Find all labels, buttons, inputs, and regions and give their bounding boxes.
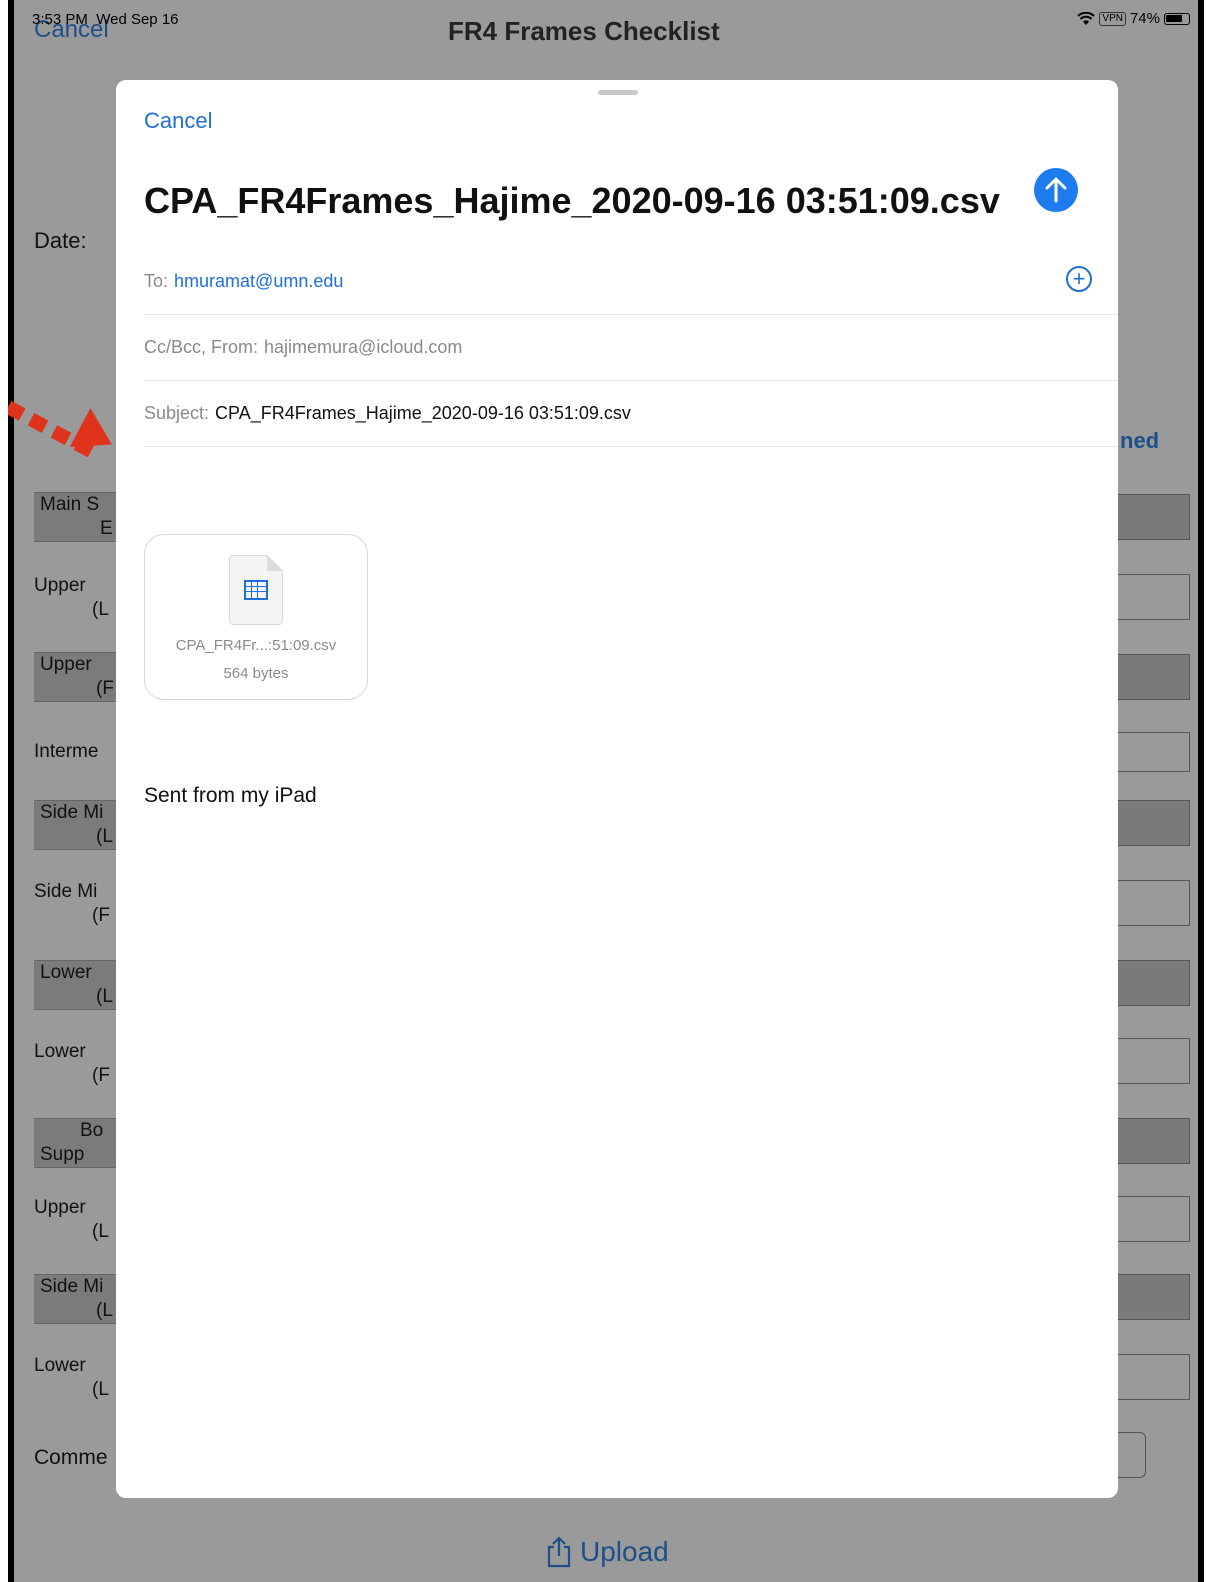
cc-bcc-from-label: Cc/Bcc, From: xyxy=(144,336,259,357)
background-row-label: Upper (L xyxy=(34,575,109,620)
status-time-date: 3:53 PM Wed Sep 16 xyxy=(32,11,179,28)
from-address: hajimemura@icloud.com xyxy=(264,336,463,357)
add-recipient-icon[interactable]: + xyxy=(1066,266,1092,292)
upload-button: Upload xyxy=(546,1536,669,1568)
mail-compose-sheet: Cancel CPA_FR4Frames_Hajime_2020-09-16 0… xyxy=(116,80,1118,1498)
send-button[interactable] xyxy=(1034,168,1078,212)
background-row-label: Lower (L xyxy=(34,960,124,1010)
cc-bcc-from-field[interactable]: Cc/Bcc, From: hajimemura@icloud.com xyxy=(144,314,1118,381)
background-input-box xyxy=(1114,1196,1190,1242)
sheet-grabber[interactable] xyxy=(598,90,638,95)
background-row-label: Bo Supp xyxy=(34,1118,124,1168)
background-date-label: Date: xyxy=(34,228,87,253)
background-input-box xyxy=(1114,494,1190,540)
background-row-label: Upper (F xyxy=(34,652,124,702)
email-body-signature[interactable]: Sent from my iPad xyxy=(144,784,317,808)
spreadsheet-file-icon xyxy=(229,555,283,625)
subject-label: Subject: xyxy=(144,402,210,423)
background-input-box xyxy=(1114,574,1190,620)
background-input-box xyxy=(1114,1432,1146,1478)
upload-label: Upload xyxy=(580,1536,669,1567)
background-input-box xyxy=(1114,732,1190,772)
background-input-box xyxy=(1114,1038,1190,1084)
background-input-box xyxy=(1114,960,1190,1006)
to-label: To: xyxy=(144,270,169,291)
background-row-label: Lower (F xyxy=(34,1041,110,1086)
background-input-box xyxy=(1114,880,1190,926)
background-input-box xyxy=(1114,1354,1190,1400)
status-indicators: VPN 74% xyxy=(1077,10,1190,27)
table-grid-icon xyxy=(244,580,268,600)
to-recipient[interactable]: hmuramat@umn.edu xyxy=(174,271,343,292)
background-edge-text: ned xyxy=(1120,428,1160,453)
status-date: Wed Sep 16 xyxy=(96,11,179,28)
background-input-box xyxy=(1114,1118,1190,1164)
background-row-label: Main SE xyxy=(34,492,124,542)
battery-icon xyxy=(1164,12,1190,25)
background-row-label: Side Mi (L xyxy=(34,1274,124,1324)
arrow-up-icon xyxy=(1045,177,1067,203)
status-time: 3:53 PM xyxy=(32,11,88,28)
annotation-arrow-head xyxy=(69,408,123,464)
share-icon xyxy=(547,1536,571,1568)
attachment-name: CPA_FR4Fr...:51:09.csv xyxy=(175,637,337,654)
subject-field[interactable]: Subject: CPA_FR4Frames_Hajime_2020-09-16… xyxy=(144,380,1118,447)
background-row-label: Side Mi (F xyxy=(34,881,110,926)
attachment-size: 564 bytes xyxy=(223,665,289,682)
battery-percent: 74% xyxy=(1129,10,1160,27)
vpn-badge: VPN xyxy=(1099,11,1126,26)
background-row-label: Side Mi (L xyxy=(34,800,124,850)
status-bar: 3:53 PM Wed Sep 16 VPN 74% xyxy=(18,0,1198,30)
cancel-button[interactable]: Cancel xyxy=(144,108,212,134)
background-row-label: Comme xyxy=(34,1446,108,1469)
background-row-label: Lower (L xyxy=(34,1355,109,1400)
attachment-card[interactable]: CPA_FR4Fr...:51:09.csv 564 bytes xyxy=(144,534,368,700)
background-input-box xyxy=(1114,654,1190,700)
compose-title: CPA_FR4Frames_Hajime_2020-09-16 03:51:09… xyxy=(144,180,1000,221)
wifi-icon xyxy=(1077,11,1096,25)
background-row-label: Upper (L xyxy=(34,1197,109,1242)
background-row-label: Interme xyxy=(34,741,99,762)
background-input-box xyxy=(1114,800,1190,846)
background-input-box xyxy=(1114,1274,1190,1320)
to-field[interactable]: To: hmuramat@umn.edu + xyxy=(144,248,1118,315)
subject-value[interactable]: CPA_FR4Frames_Hajime_2020-09-16 03:51:09… xyxy=(215,403,631,424)
ipad-screen: 3:53 PM Wed Sep 16 VPN 74% Cancel FR4 Fr… xyxy=(8,0,1204,1582)
